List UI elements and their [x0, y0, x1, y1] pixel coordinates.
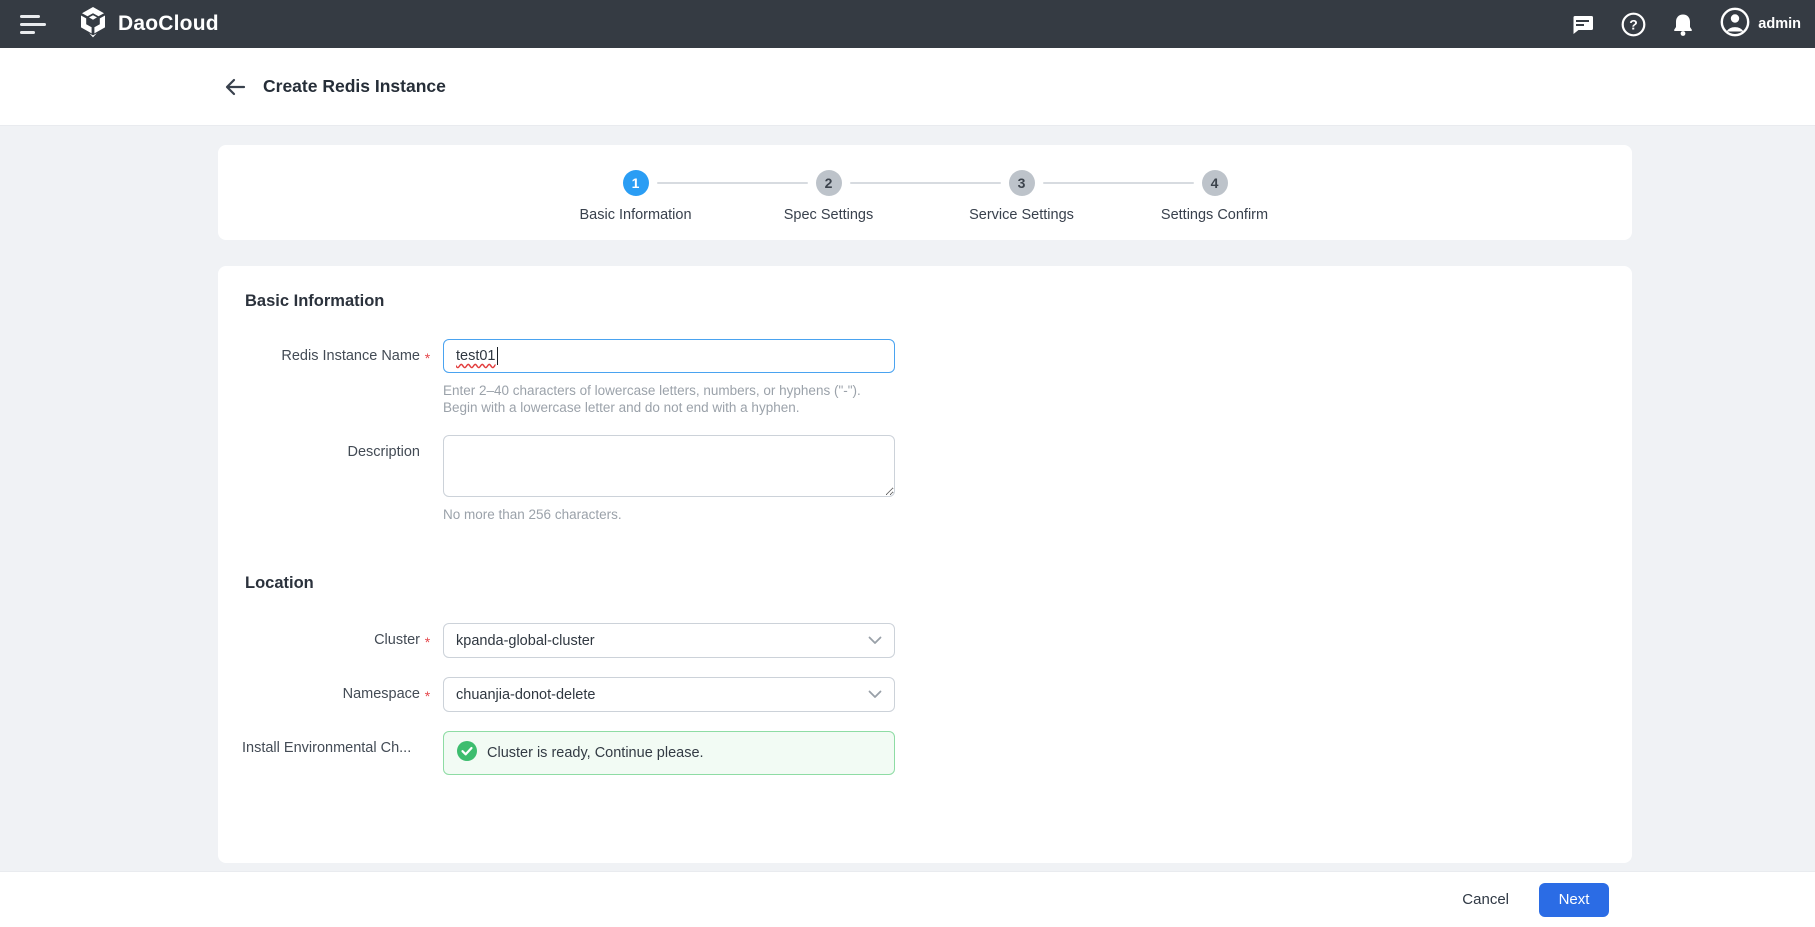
required-asterisk-empty	[420, 731, 435, 775]
description-textarea[interactable]	[443, 435, 895, 497]
step-4-label: Settings Confirm	[1118, 207, 1311, 223]
cube-logo-icon	[78, 6, 108, 43]
redis-instance-name-input[interactable]: test01	[443, 339, 895, 373]
step-connector	[850, 182, 1001, 184]
redis-instance-name-label: Redis Instance Name	[242, 339, 420, 416]
cancel-button[interactable]: Cancel	[1462, 891, 1509, 908]
env-check-label: Install Environmental Ch...	[242, 731, 420, 775]
step-3-circle[interactable]: 3	[1009, 170, 1035, 196]
env-check-message: Cluster is ready, Continue please.	[487, 745, 704, 761]
text-caret	[497, 347, 499, 365]
step-1-circle[interactable]: 1	[623, 170, 649, 196]
section-title-location: Location	[218, 574, 1632, 593]
required-asterisk-empty	[420, 435, 435, 523]
menu-toggle-icon[interactable]	[12, 4, 52, 44]
redis-instance-name-hint: Enter 2–40 characters of lowercase lette…	[443, 382, 895, 416]
user-avatar-icon	[1720, 7, 1750, 42]
step-2-circle[interactable]: 2	[816, 170, 842, 196]
env-check-status: Cluster is ready, Continue please.	[443, 731, 895, 775]
step-4-circle[interactable]: 4	[1202, 170, 1228, 196]
input-value: test01	[456, 348, 496, 364]
description-label: Description	[242, 435, 420, 523]
notifications-icon[interactable]	[1671, 12, 1695, 37]
user-menu[interactable]: admin	[1720, 7, 1801, 42]
user-name: admin	[1758, 16, 1801, 32]
brand-logo[interactable]: DaoCloud	[78, 6, 219, 43]
form-card: Basic Information Redis Instance Name * …	[218, 266, 1632, 863]
page-title-bar: Create Redis Instance	[0, 48, 1815, 125]
cluster-select-value: kpanda-global-cluster	[456, 633, 868, 649]
footer-action-bar: Cancel Next	[0, 872, 1815, 927]
namespace-label: Namespace	[242, 677, 420, 712]
back-arrow-icon[interactable]	[224, 78, 246, 96]
svg-text:?: ?	[1630, 16, 1639, 32]
stepper-card: 1 2 3 4 Basic Information Spec Settings …	[218, 145, 1632, 240]
step-connector	[1043, 182, 1194, 184]
namespace-select-value: chuanjia-donot-delete	[456, 687, 868, 703]
step-2-label: Spec Settings	[732, 207, 925, 223]
step-1-label: Basic Information	[539, 207, 732, 223]
cluster-select[interactable]: kpanda-global-cluster	[443, 623, 895, 658]
required-asterisk: *	[420, 339, 435, 416]
messages-icon[interactable]	[1571, 12, 1596, 36]
help-icon[interactable]: ?	[1621, 12, 1646, 37]
chevron-down-icon	[868, 633, 882, 649]
step-connector	[657, 182, 808, 184]
main-content: 1 2 3 4 Basic Information Spec Settings …	[0, 125, 1815, 872]
namespace-select[interactable]: chuanjia-donot-delete	[443, 677, 895, 712]
required-asterisk: *	[420, 677, 435, 712]
success-check-icon	[457, 741, 477, 765]
chevron-down-icon	[868, 687, 882, 703]
required-asterisk: *	[420, 623, 435, 658]
page-title: Create Redis Instance	[263, 76, 446, 97]
step-3-label: Service Settings	[925, 207, 1118, 223]
wizard-stepper: 1 2 3 4 Basic Information Spec Settings …	[539, 170, 1311, 223]
brand-name: DaoCloud	[118, 12, 219, 36]
next-button[interactable]: Next	[1539, 883, 1609, 917]
description-hint: No more than 256 characters.	[443, 506, 895, 523]
cluster-label: Cluster	[242, 623, 420, 658]
section-title-basic: Basic Information	[218, 292, 1632, 311]
top-header: DaoCloud ?	[0, 0, 1815, 48]
